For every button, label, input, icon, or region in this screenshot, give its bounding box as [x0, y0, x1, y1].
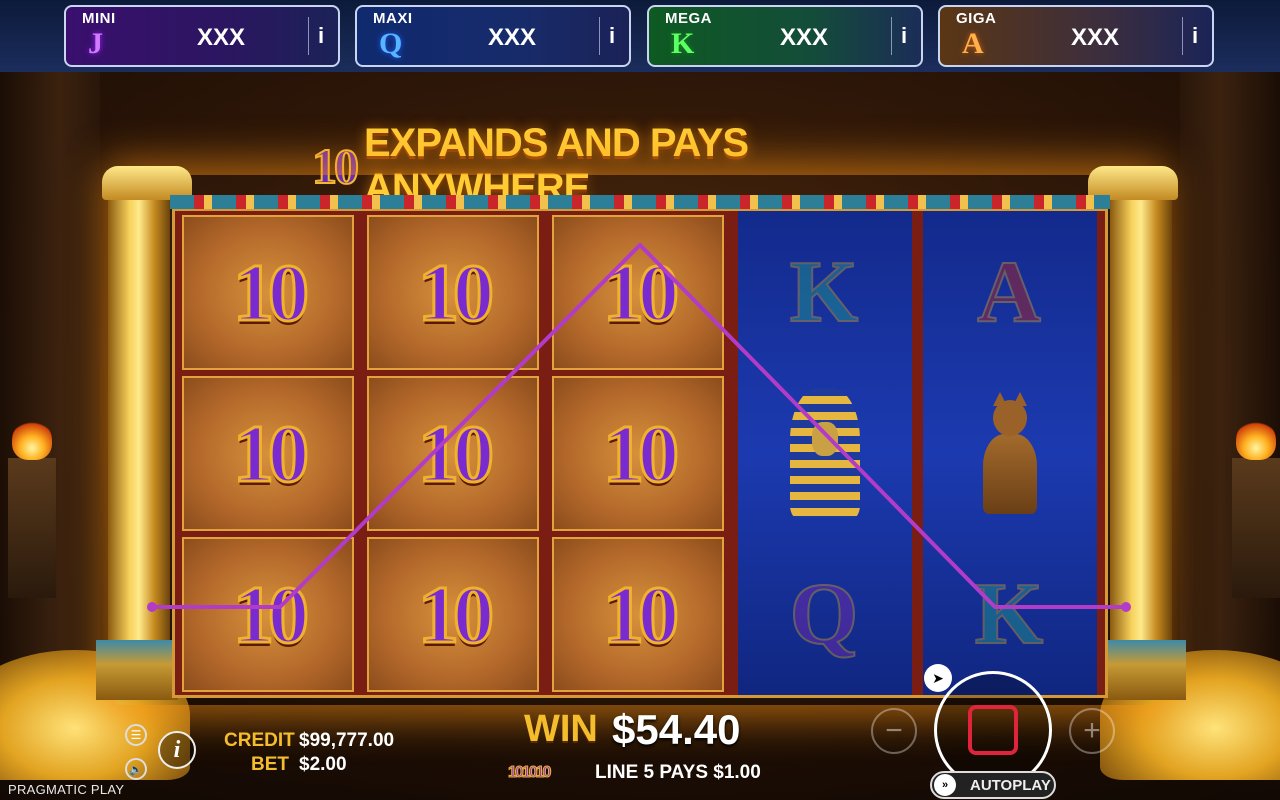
stop-icon: [968, 705, 1018, 755]
credit-label: CREDIT: [224, 730, 295, 751]
bet-increase-button[interactable]: +: [1069, 708, 1115, 754]
menu-button[interactable]: ☰: [125, 724, 147, 746]
line-symbols-icon: 101010: [507, 764, 551, 782]
autoplay-label: AUTOPLAY: [970, 776, 1051, 794]
payline-path: [152, 243, 1126, 609]
info-button[interactable]: i: [158, 731, 196, 769]
sound-button[interactable]: 🔈: [125, 758, 147, 780]
autoplay-icon: »: [934, 774, 956, 796]
win-value: $54.40: [612, 706, 741, 753]
winning-payline: [147, 243, 1131, 612]
line-pay-text: LINE 5 PAYS $1.00: [595, 762, 761, 783]
turbo-spin-icon[interactable]: ➤: [924, 664, 952, 692]
brand-logo: PRAGMATIC PLAY: [8, 782, 125, 797]
payline-end-dot: [1121, 602, 1131, 612]
bet-label: BET: [251, 754, 289, 775]
payline-start-dot: [147, 602, 157, 612]
bet-decrease-button[interactable]: −: [871, 708, 917, 754]
win-label: WIN: [524, 708, 598, 750]
bet-value: $2.00: [299, 754, 347, 775]
autoplay-button[interactable]: » AUTOPLAY: [930, 771, 1056, 799]
credit-value: $99,777.00: [299, 730, 395, 751]
